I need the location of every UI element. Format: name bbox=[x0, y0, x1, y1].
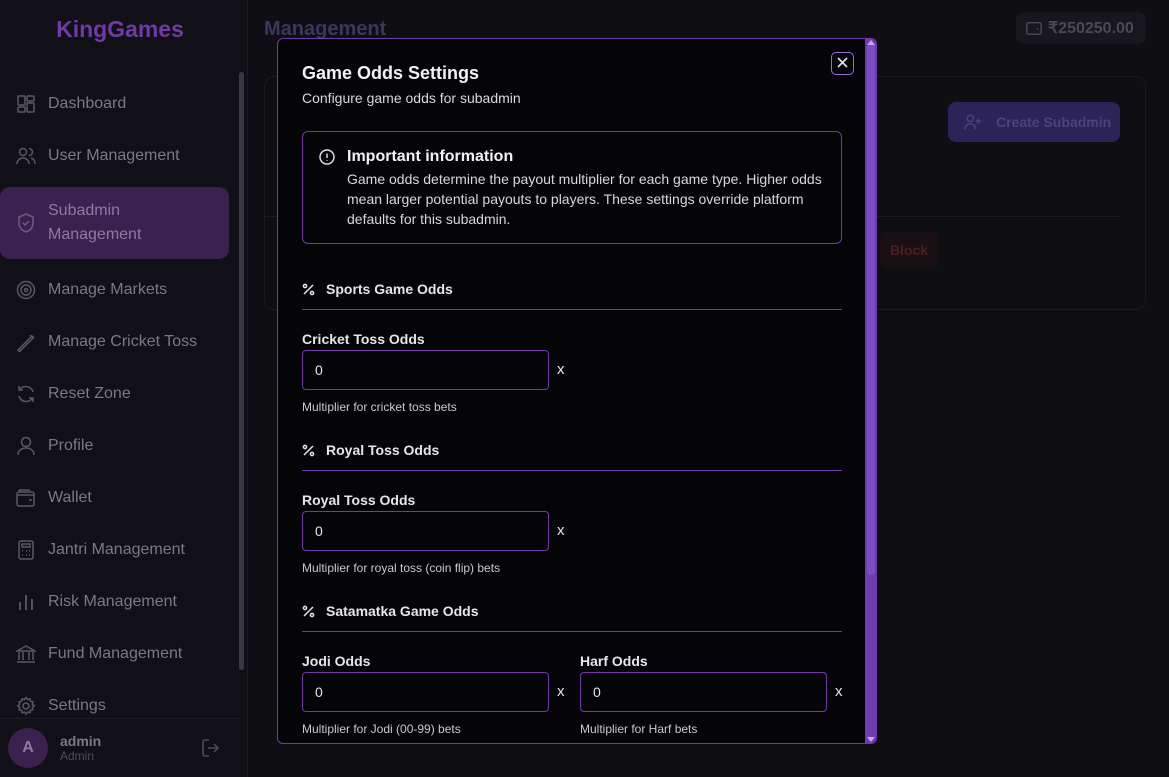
harf-field: Harf Odds 0 x Multiplier for Harf bets bbox=[580, 653, 850, 743]
section-royal: Royal Toss Odds bbox=[302, 440, 842, 471]
section-sports: Sports Game Odds bbox=[302, 279, 842, 310]
info-title: Important information bbox=[347, 148, 514, 165]
cricket-toss-input[interactable]: 0 bbox=[302, 350, 549, 390]
close-icon bbox=[837, 55, 848, 73]
info-text: Game odds determine the payout multiplie… bbox=[347, 171, 822, 227]
scroll-up-icon bbox=[867, 40, 875, 45]
divider bbox=[302, 631, 842, 632]
multiplier-suffix: x bbox=[835, 683, 843, 700]
section-title: Sports Game Odds bbox=[326, 281, 453, 297]
divider bbox=[302, 309, 842, 310]
field-help: Multiplier for cricket toss bets bbox=[302, 400, 457, 414]
jodi-input[interactable]: 0 bbox=[302, 672, 549, 712]
jodi-field: Jodi Odds 0 x Multiplier for Jodi (00-99… bbox=[302, 653, 572, 743]
modal-title: Game Odds Settings bbox=[302, 63, 480, 83]
divider bbox=[302, 470, 842, 471]
section-satamatka: Satamatka Game Odds bbox=[302, 601, 842, 632]
info-box: Important information Game odds determin… bbox=[302, 131, 842, 244]
harf-input[interactable]: 0 bbox=[580, 672, 827, 712]
percent-icon bbox=[302, 283, 318, 296]
multiplier-suffix: x bbox=[557, 361, 565, 378]
field-label: Jodi Odds bbox=[302, 653, 371, 669]
section-title: Royal Toss Odds bbox=[326, 442, 440, 458]
field-help: Multiplier for Harf bets bbox=[580, 722, 698, 736]
close-button[interactable] bbox=[831, 52, 854, 75]
field-label: Royal Toss Odds bbox=[302, 492, 416, 508]
cricket-toss-field: Cricket Toss Odds 0 x Multiplier for cri… bbox=[302, 331, 592, 421]
multiplier-suffix: x bbox=[557, 683, 565, 700]
percent-icon bbox=[302, 444, 318, 457]
scroll-down-icon bbox=[867, 737, 875, 742]
modal-subtitle: Configure game odds for subadmin bbox=[302, 90, 521, 106]
game-odds-modal: Game Odds Settings Configure game odds f… bbox=[277, 38, 877, 744]
percent-icon bbox=[302, 605, 318, 618]
modal-scrollbar-track[interactable] bbox=[865, 39, 876, 743]
info-icon bbox=[319, 149, 335, 170]
field-label: Cricket Toss Odds bbox=[302, 331, 425, 347]
multiplier-suffix: x bbox=[557, 522, 565, 539]
field-help: Multiplier for Jodi (00-99) bets bbox=[302, 722, 461, 736]
modal-scrollbar-thumb[interactable] bbox=[867, 43, 875, 575]
section-title: Satamatka Game Odds bbox=[326, 603, 479, 619]
field-label: Harf Odds bbox=[580, 653, 648, 669]
royal-toss-field: Royal Toss Odds 0 x Multiplier for royal… bbox=[302, 492, 592, 582]
field-help: Multiplier for royal toss (coin flip) be… bbox=[302, 561, 501, 575]
royal-toss-input[interactable]: 0 bbox=[302, 511, 549, 551]
